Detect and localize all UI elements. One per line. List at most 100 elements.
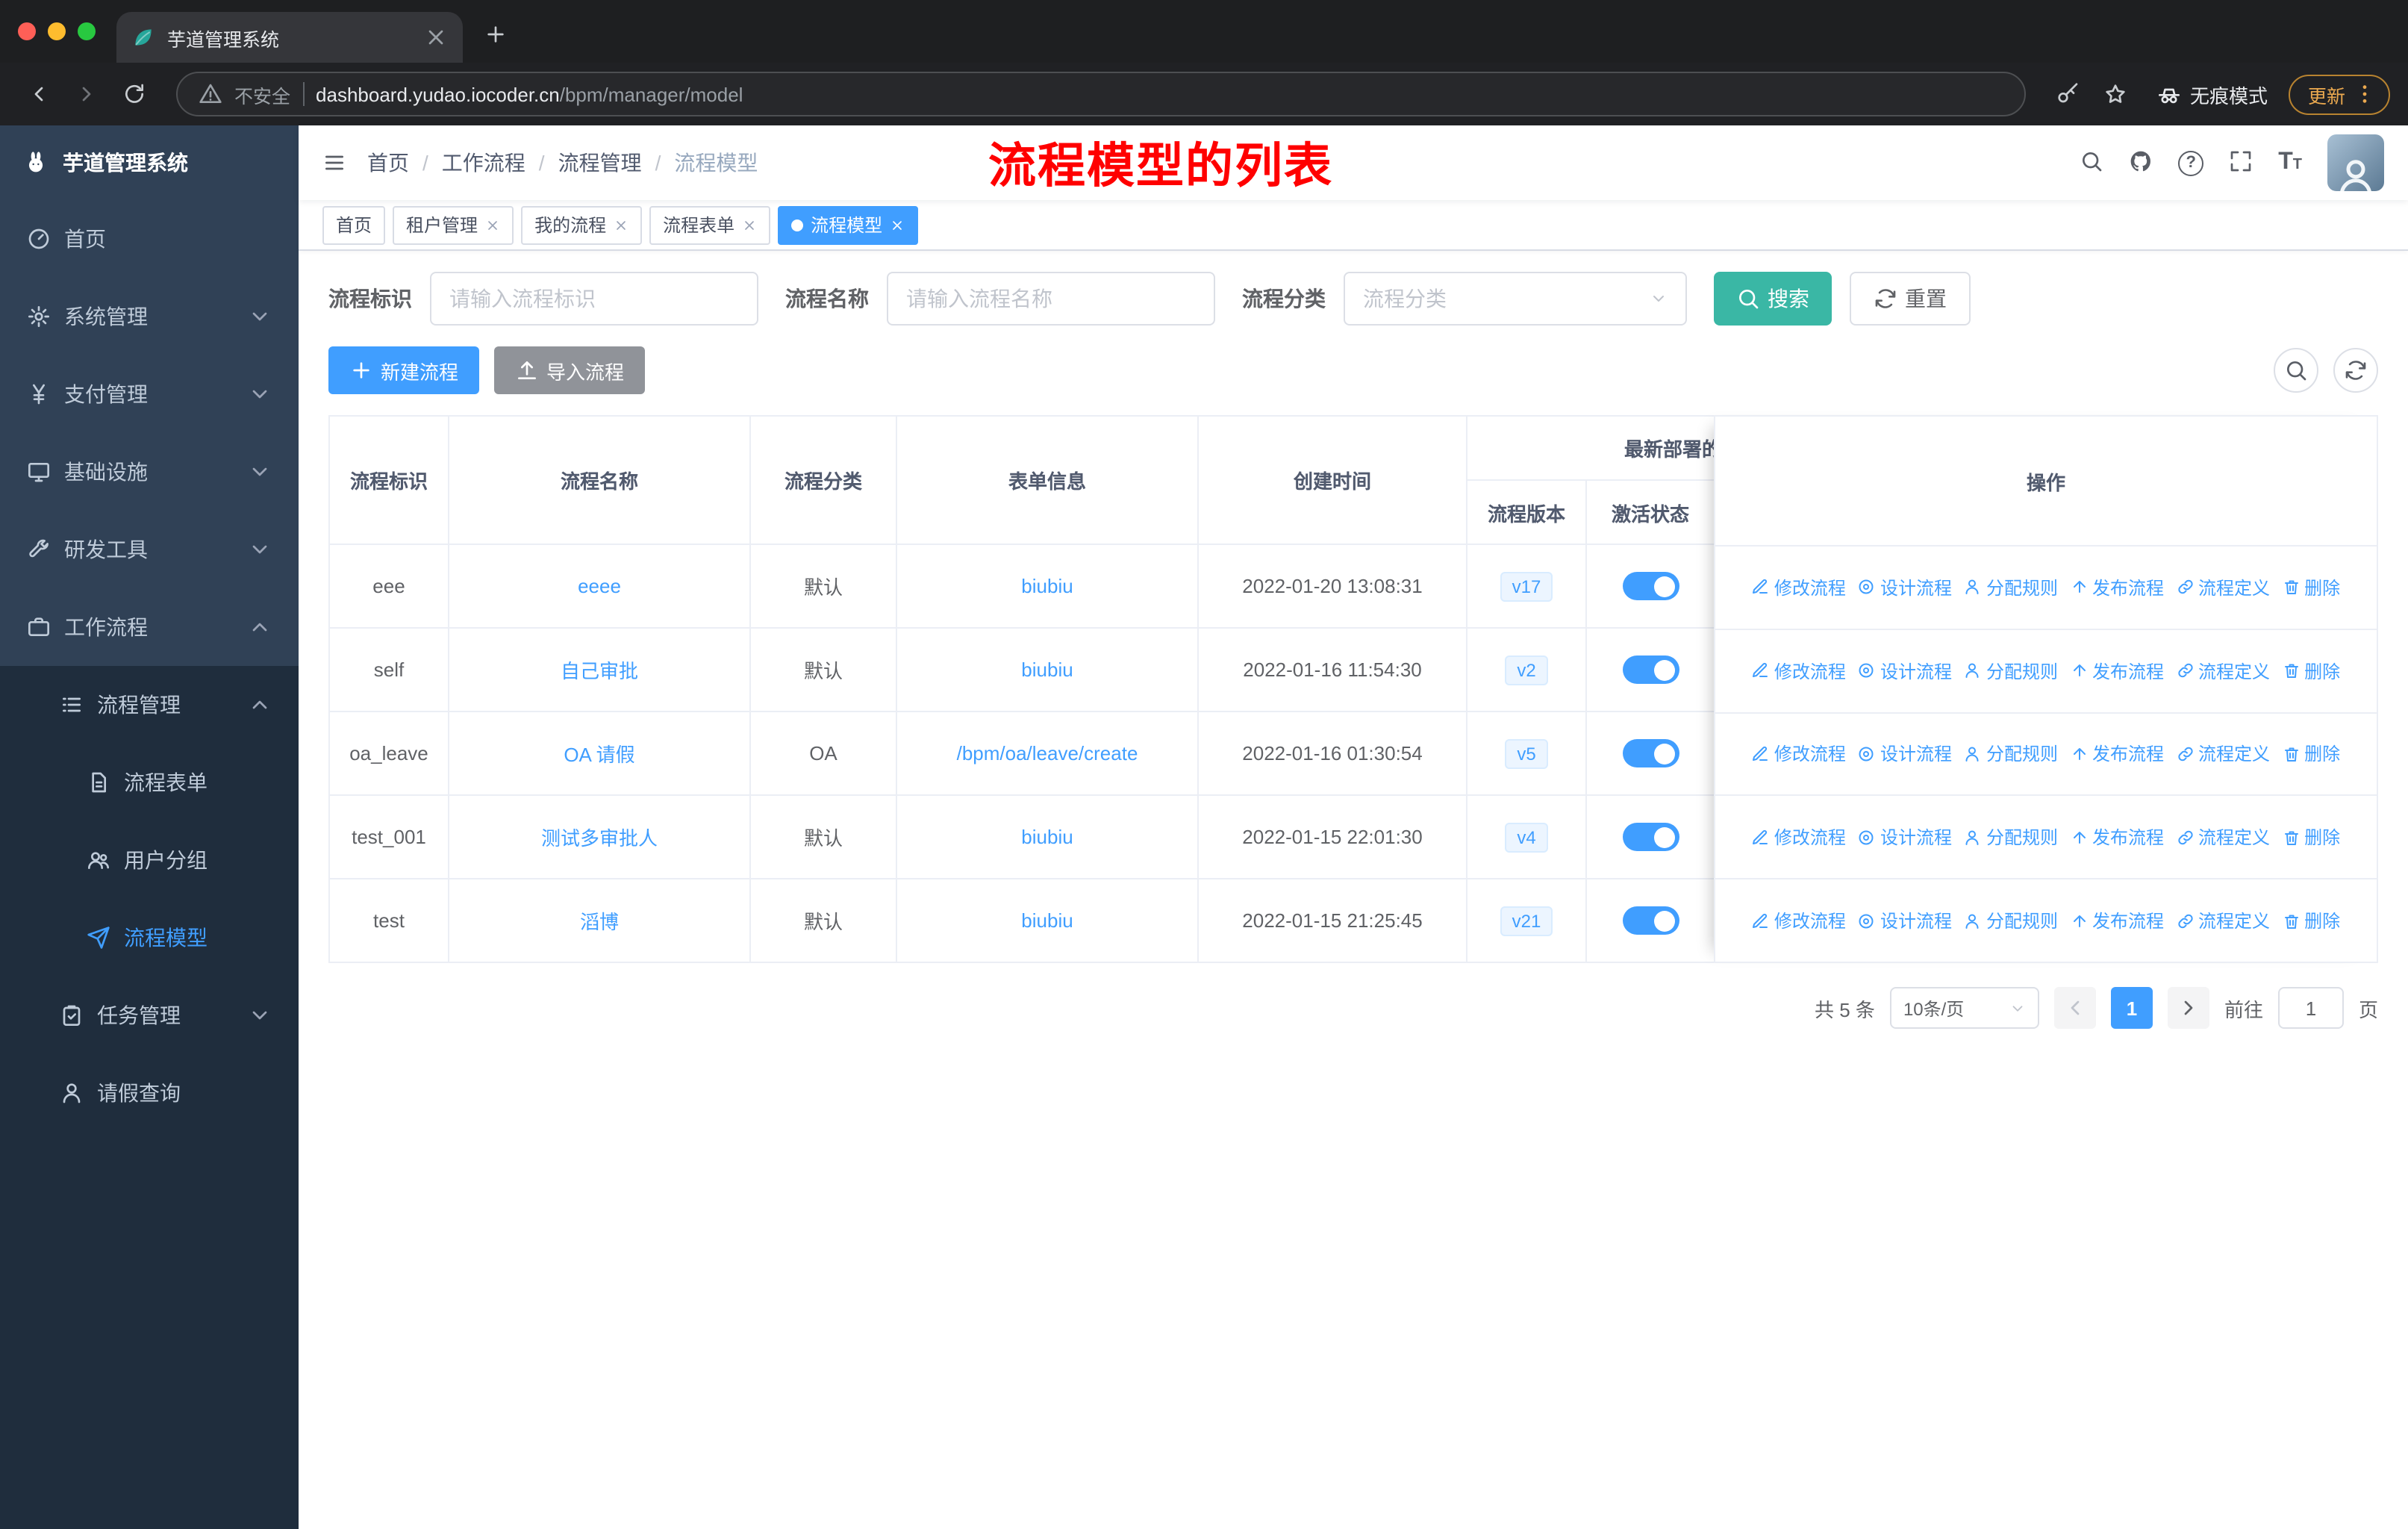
action-publish-link[interactable]: 发布流程	[2070, 908, 2164, 933]
action-assign-link[interactable]: 分配规则	[1964, 575, 2058, 600]
action-design-link[interactable]: 设计流程	[1858, 741, 1952, 767]
tag-my-process[interactable]: 我的流程	[521, 205, 643, 244]
action-edit-link[interactable]: 修改流程	[1752, 825, 1846, 850]
tag-home[interactable]: 首页	[322, 205, 386, 244]
active-toggle[interactable]	[1622, 739, 1679, 767]
avatar[interactable]	[2327, 134, 2384, 191]
sidebar-item-process-model[interactable]: 流程模型	[0, 899, 299, 977]
refresh-table-button[interactable]	[2333, 348, 2378, 393]
sidebar-item-workflow[interactable]: 工作流程	[0, 588, 299, 666]
fullscreen-button[interactable]	[2229, 149, 2253, 177]
minimize-window-button[interactable]	[48, 22, 66, 40]
create-process-button[interactable]: 新建流程	[328, 346, 480, 394]
page-size-select[interactable]: 10条/页	[1889, 987, 2039, 1029]
github-link-button[interactable]	[2129, 149, 2153, 177]
zoom-window-button[interactable]	[78, 22, 96, 40]
active-toggle[interactable]	[1622, 906, 1679, 935]
breadcrumb-workflow[interactable]: 工作流程	[442, 148, 525, 178]
goto-page-input[interactable]	[2277, 987, 2344, 1029]
sidebar-item-user-group[interactable]: 用户分组	[0, 821, 299, 899]
process-name-link[interactable]: 测试多审批人	[541, 827, 658, 850]
font-size-button[interactable]: TT	[2278, 150, 2302, 175]
action-publish-link[interactable]: 发布流程	[2070, 741, 2164, 767]
browser-tab[interactable]: 芋道管理系统	[116, 12, 463, 63]
bookmark-star-button[interactable]	[2094, 73, 2136, 115]
action-definition-link[interactable]: 流程定义	[2176, 575, 2270, 600]
sidebar-item-pay-manage[interactable]: 支付管理	[0, 355, 299, 433]
form-link[interactable]: biubiu	[1021, 826, 1073, 848]
action-edit-link[interactable]: 修改流程	[1752, 741, 1846, 767]
sidebar-item-system-manage[interactable]: 系统管理	[0, 278, 299, 355]
chrome-update-menu-button[interactable]: 更新	[2288, 74, 2390, 114]
close-icon[interactable]	[614, 217, 628, 232]
import-process-button[interactable]: 导入流程	[494, 346, 646, 394]
header-search-button[interactable]	[2080, 149, 2103, 177]
sidebar-item-dev-tools[interactable]: 研发工具	[0, 511, 299, 588]
form-link[interactable]: /bpm/oa/leave/create	[957, 742, 1138, 764]
action-assign-link[interactable]: 分配规则	[1964, 825, 2058, 850]
process-id-input[interactable]	[430, 272, 758, 326]
action-design-link[interactable]: 设计流程	[1858, 825, 1952, 850]
action-design-link[interactable]: 设计流程	[1858, 908, 1952, 933]
passwords-key-button[interactable]	[2047, 73, 2089, 115]
process-name-link[interactable]: OA 请假	[564, 744, 634, 766]
back-button[interactable]	[18, 73, 60, 115]
close-window-button[interactable]	[18, 22, 36, 40]
action-delete-link[interactable]: 删除	[2282, 741, 2340, 767]
form-link[interactable]: biubiu	[1021, 575, 1073, 597]
current-page[interactable]: 1	[2110, 987, 2153, 1029]
form-link[interactable]: biubiu	[1021, 909, 1073, 932]
action-edit-link[interactable]: 修改流程	[1752, 658, 1846, 683]
process-name-link[interactable]: 滔博	[580, 911, 619, 933]
reset-button[interactable]: 重置	[1850, 272, 1971, 326]
sidebar-item-task-manage[interactable]: 任务管理	[0, 977, 299, 1054]
sidebar-item-process-manage[interactable]: 流程管理	[0, 666, 299, 744]
action-design-link[interactable]: 设计流程	[1858, 575, 1952, 600]
close-icon[interactable]	[742, 217, 757, 232]
reload-button[interactable]	[113, 73, 155, 115]
collapse-sidebar-button[interactable]	[322, 151, 346, 175]
sidebar-item-home[interactable]: 首页	[0, 200, 299, 278]
app-logo[interactable]: 芋道管理系统	[0, 125, 299, 200]
tag-process-form[interactable]: 流程表单	[649, 205, 771, 244]
action-publish-link[interactable]: 发布流程	[2070, 825, 2164, 850]
address-bar[interactable]: 不安全 dashboard.yudao.iocoder.cn/bpm/manag…	[176, 72, 2026, 116]
close-icon[interactable]	[890, 217, 905, 232]
tag-process-model[interactable]: 流程模型	[778, 205, 919, 244]
prev-page-button[interactable]	[2053, 987, 2096, 1029]
action-delete-link[interactable]: 删除	[2282, 575, 2340, 600]
close-icon[interactable]	[485, 217, 500, 232]
tab-close-icon[interactable]	[424, 25, 448, 49]
process-name-link[interactable]: 自己审批	[561, 660, 638, 682]
tag-tenant-manage[interactable]: 租户管理	[393, 205, 514, 244]
action-assign-link[interactable]: 分配规则	[1964, 658, 2058, 683]
breadcrumb-home[interactable]: 首页	[367, 148, 409, 178]
form-link[interactable]: biubiu	[1021, 658, 1073, 681]
process-name-link[interactable]: eeee	[578, 575, 621, 597]
action-delete-link[interactable]: 删除	[2282, 658, 2340, 683]
action-edit-link[interactable]: 修改流程	[1752, 575, 1846, 600]
breadcrumb-process-manage[interactable]: 流程管理	[558, 148, 642, 178]
action-delete-link[interactable]: 删除	[2282, 908, 2340, 933]
action-definition-link[interactable]: 流程定义	[2176, 825, 2270, 850]
action-assign-link[interactable]: 分配规则	[1964, 741, 2058, 767]
sidebar-item-process-form[interactable]: 流程表单	[0, 744, 299, 821]
new-tab-button[interactable]	[484, 22, 508, 51]
action-definition-link[interactable]: 流程定义	[2176, 658, 2270, 683]
process-name-input[interactable]	[887, 272, 1215, 326]
action-definition-link[interactable]: 流程定义	[2176, 908, 2270, 933]
action-definition-link[interactable]: 流程定义	[2176, 741, 2270, 767]
sidebar-item-leave-query[interactable]: 请假查询	[0, 1054, 299, 1132]
action-assign-link[interactable]: 分配规则	[1964, 908, 2058, 933]
action-publish-link[interactable]: 发布流程	[2070, 658, 2164, 683]
active-toggle[interactable]	[1622, 655, 1679, 684]
search-button[interactable]: 搜索	[1714, 272, 1832, 326]
toggle-search-button[interactable]	[2274, 348, 2318, 393]
help-button[interactable]: ?	[2178, 150, 2204, 175]
sidebar-item-infrastructure[interactable]: 基础设施	[0, 433, 299, 511]
action-publish-link[interactable]: 发布流程	[2070, 575, 2164, 600]
action-design-link[interactable]: 设计流程	[1858, 658, 1952, 683]
process-category-select[interactable]: 流程分类	[1344, 272, 1687, 326]
active-toggle[interactable]	[1622, 572, 1679, 600]
action-delete-link[interactable]: 删除	[2282, 825, 2340, 850]
